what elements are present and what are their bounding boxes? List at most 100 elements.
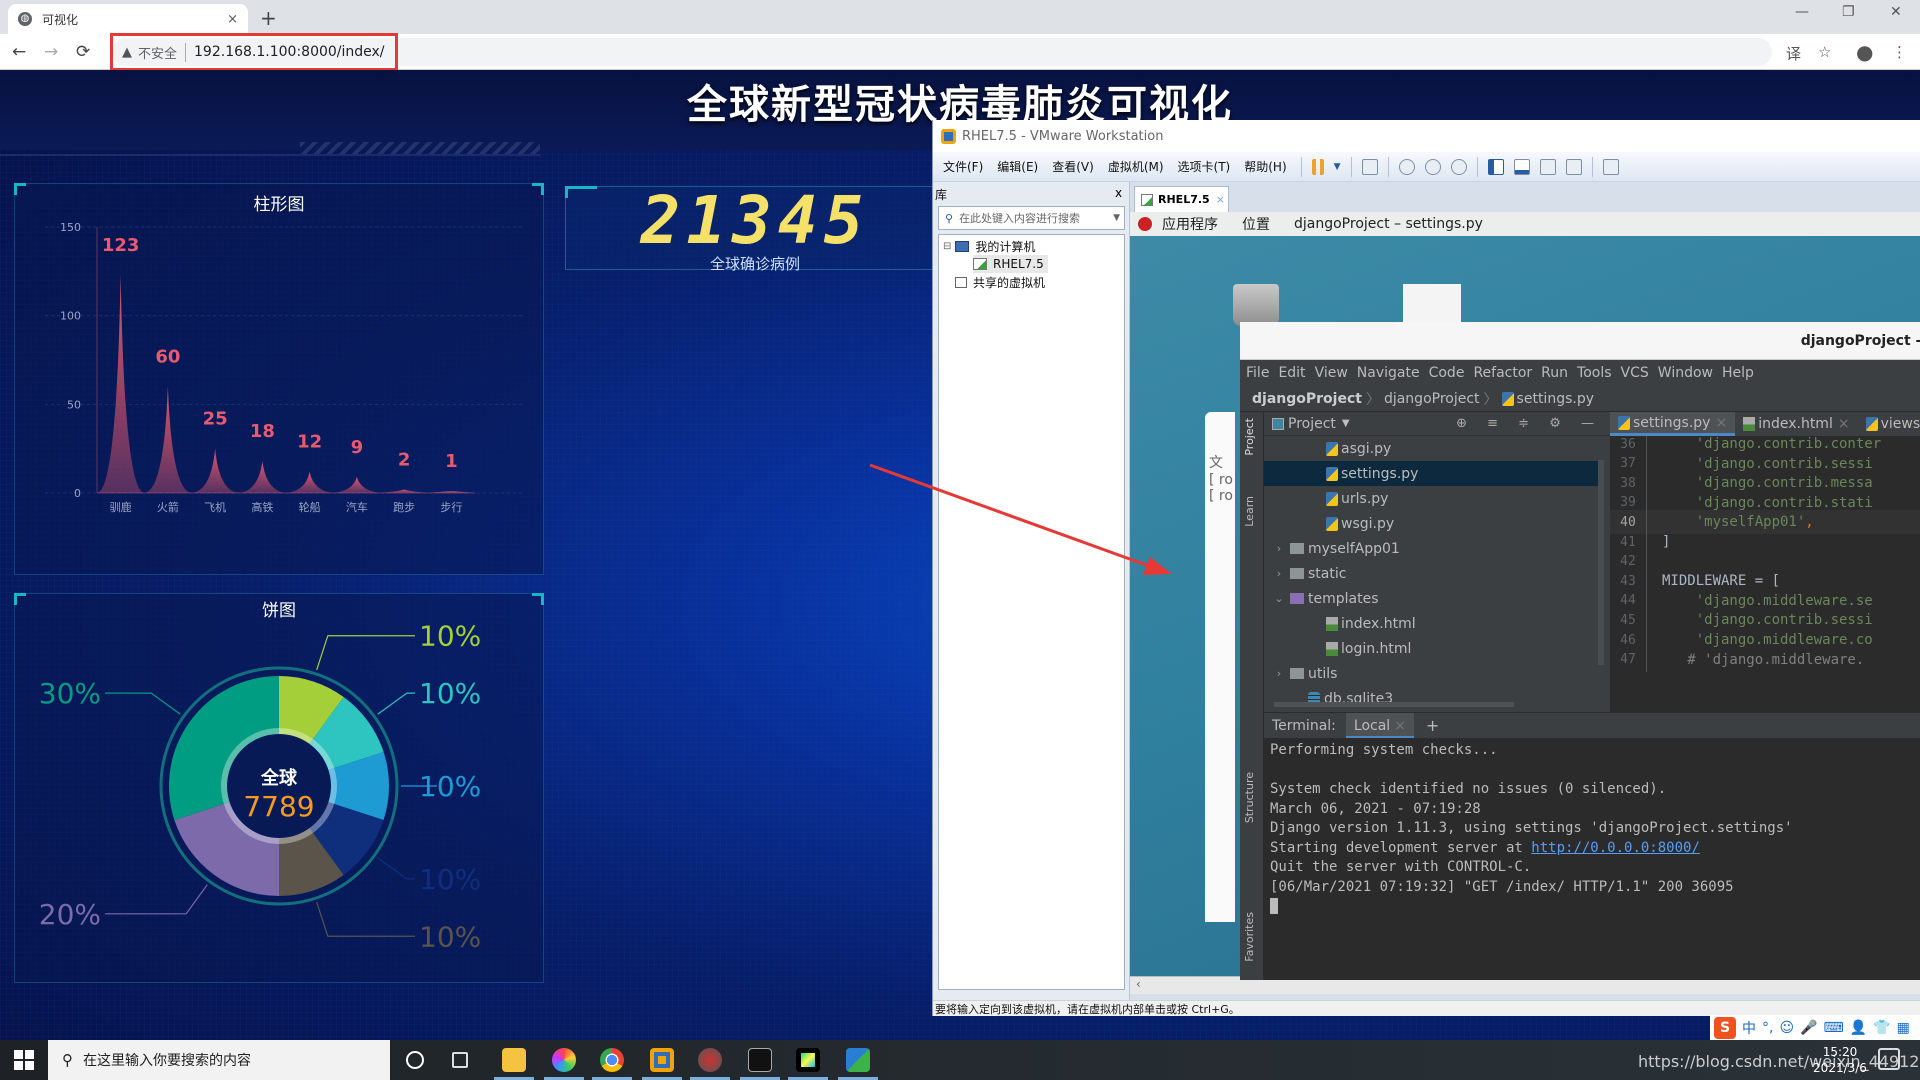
- chevron-right-icon[interactable]: ›: [1272, 567, 1286, 580]
- task-view-icon[interactable]: [452, 1052, 468, 1068]
- ime-punctuation-toggle[interactable]: °,: [1762, 1020, 1773, 1036]
- bookmark-star-icon[interactable]: ☆: [1818, 43, 1831, 61]
- breadcrumb-item[interactable]: settings.py: [1517, 391, 1594, 407]
- terminal-prompt[interactable]: [1270, 898, 1914, 918]
- menu-file[interactable]: 文件(F): [943, 158, 983, 175]
- menu-window[interactable]: Window: [1658, 365, 1713, 381]
- close-window-button[interactable]: ✕: [1890, 4, 1902, 20]
- chevron-right-icon[interactable]: ›: [1272, 542, 1286, 555]
- favorites-tool-button[interactable]: Favorites: [1243, 912, 1256, 962]
- menu-edit[interactable]: 编辑(E): [997, 158, 1038, 175]
- tree-item-my-computer[interactable]: ⊟ 我的计算机: [943, 237, 1035, 255]
- notification-center-icon[interactable]: [1878, 1048, 1900, 1070]
- file-tree-item[interactable]: index.html: [1264, 611, 1598, 636]
- menu-help[interactable]: Help: [1722, 365, 1754, 381]
- snapshot-take-icon[interactable]: [1398, 158, 1415, 175]
- browser-360-icon[interactable]: [552, 1048, 576, 1072]
- file-tree-item[interactable]: › myselfApp01: [1264, 536, 1598, 561]
- translate-icon[interactable]: 译: [1786, 43, 1801, 64]
- menu-refactor[interactable]: Refactor: [1473, 365, 1532, 381]
- gnome-window-title[interactable]: djangoProject – settings.py: [1294, 216, 1483, 232]
- ime-emoji-icon[interactable]: ☺: [1779, 1020, 1794, 1036]
- ime-voice-icon[interactable]: 🎤: [1800, 1020, 1817, 1036]
- project-view-selector[interactable]: Project: [1288, 416, 1336, 432]
- vm-tab[interactable]: RHEL7.5 ×: [1134, 186, 1229, 212]
- file-tree-item[interactable]: asgi.py: [1264, 436, 1598, 461]
- start-button[interactable]: [0, 1040, 48, 1080]
- fullscreen-icon[interactable]: [1539, 158, 1556, 175]
- ime-user-icon[interactable]: 👤: [1850, 1020, 1867, 1036]
- console-view-icon[interactable]: [1602, 158, 1619, 175]
- trash-icon[interactable]: [1233, 284, 1279, 326]
- terminal-output[interactable]: Performing system checks... System check…: [1264, 738, 1920, 980]
- unity-icon[interactable]: [1565, 158, 1582, 175]
- editor-tab-index[interactable]: index.html ×: [1735, 412, 1857, 436]
- collapse-icon[interactable]: ⊟: [943, 241, 951, 252]
- browser-menu-icon[interactable]: ⋮: [1892, 43, 1907, 61]
- vm-tab-close-button[interactable]: ×: [1216, 193, 1225, 206]
- new-terminal-button[interactable]: +: [1426, 716, 1439, 735]
- cortana-icon[interactable]: [406, 1051, 424, 1069]
- learn-tool-button[interactable]: Learn: [1243, 496, 1256, 527]
- file-explorer-icon[interactable]: [502, 1048, 526, 1072]
- reload-button[interactable]: ⟳: [76, 42, 90, 62]
- breadcrumb-item[interactable]: djangoProject: [1384, 391, 1480, 407]
- tree-item-rhel[interactable]: RHEL7.5: [973, 255, 1048, 273]
- chevron-down-icon[interactable]: ⌄: [1272, 592, 1286, 605]
- code-editor[interactable]: 36 'django.contrib.conter 37 'django.cont…: [1610, 436, 1920, 712]
- scroll-left-arrow[interactable]: ‹: [1136, 977, 1141, 991]
- menu-view[interactable]: View: [1315, 365, 1348, 381]
- file-tree-item[interactable]: db.sqlite3: [1264, 686, 1598, 711]
- menu-run[interactable]: Run: [1541, 365, 1568, 381]
- file-tree-item[interactable]: › utils: [1264, 661, 1598, 686]
- breadcrumb-item[interactable]: djangoProject: [1252, 391, 1362, 407]
- sogou-logo-icon[interactable]: S: [1714, 1017, 1736, 1039]
- server-url-link[interactable]: http://0.0.0.0:8000/: [1531, 840, 1700, 856]
- ime-toolbox-icon[interactable]: ▦: [1897, 1020, 1910, 1036]
- menu-edit[interactable]: Edit: [1278, 365, 1305, 381]
- ime-mode-toggle[interactable]: 中: [1742, 1018, 1756, 1038]
- menu-vcs[interactable]: VCS: [1621, 365, 1649, 381]
- project-panel-tools[interactable]: ⊕ ≡ ≑ ⚙ —: [1456, 416, 1602, 431]
- send-ctrl-alt-del-icon[interactable]: [1361, 158, 1378, 175]
- search-dropdown-icon[interactable]: ▼: [1113, 213, 1120, 223]
- menu-navigate[interactable]: Navigate: [1357, 365, 1420, 381]
- file-tree-item[interactable]: login.html: [1264, 636, 1598, 661]
- editor-tab-views[interactable]: views: [1858, 412, 1920, 436]
- snapshot-revert-icon[interactable]: [1424, 158, 1441, 175]
- gnome-applications-menu[interactable]: 应用程序: [1162, 214, 1218, 234]
- restore-button[interactable]: ❐: [1842, 4, 1855, 20]
- project-tool-button[interactable]: Project: [1243, 418, 1256, 456]
- menu-vm[interactable]: 虚拟机(M): [1108, 158, 1164, 175]
- library-close-button[interactable]: x: [1115, 186, 1122, 200]
- ime-keyboard-icon[interactable]: ⌨: [1824, 1020, 1844, 1036]
- vmware-icon[interactable]: [650, 1048, 674, 1072]
- browser-tab[interactable]: ◍ 可视化 ×: [8, 4, 248, 34]
- netease-icon[interactable]: [698, 1048, 722, 1072]
- file-tree-item[interactable]: › static: [1264, 561, 1598, 586]
- menu-tools[interactable]: Tools: [1577, 365, 1612, 381]
- menu-file[interactable]: File: [1246, 365, 1269, 381]
- menu-view[interactable]: 查看(V): [1052, 158, 1094, 175]
- background-terminal-window[interactable]: 文 [ ro [ ro: [1205, 412, 1235, 922]
- system-clock[interactable]: 15:20 2021/3/6: [1800, 1044, 1880, 1076]
- menu-tabs[interactable]: 选项卡(T): [1178, 158, 1231, 175]
- tree-item-shared-vms[interactable]: 共享的虚拟机: [955, 273, 1045, 291]
- close-tab-icon[interactable]: ×: [1715, 415, 1727, 431]
- close-tab-button[interactable]: ×: [227, 12, 238, 27]
- vpn-icon[interactable]: [846, 1048, 870, 1072]
- minimize-button[interactable]: —: [1795, 4, 1809, 20]
- menu-help[interactable]: 帮助(H): [1244, 158, 1286, 175]
- chrome-icon[interactable]: [600, 1048, 624, 1072]
- menu-code[interactable]: Code: [1429, 365, 1465, 381]
- chevron-down-icon[interactable]: ▼: [1342, 418, 1350, 429]
- profile-icon[interactable]: ●: [1856, 40, 1873, 64]
- show-thumbnail-icon[interactable]: [1513, 158, 1530, 175]
- forward-button[interactable]: →: [44, 42, 58, 62]
- taskbar-search-input[interactable]: ⚲ 在这里输入你要搜索的内容: [48, 1040, 390, 1080]
- project-scrollbar[interactable]: [1598, 460, 1604, 665]
- library-search-input[interactable]: ⚲ 在此处键入内容进行搜索 ▼: [938, 206, 1125, 230]
- close-tab-icon[interactable]: ×: [1394, 718, 1406, 734]
- show-library-icon[interactable]: [1487, 158, 1504, 175]
- file-tree-item[interactable]: settings.py: [1264, 461, 1598, 486]
